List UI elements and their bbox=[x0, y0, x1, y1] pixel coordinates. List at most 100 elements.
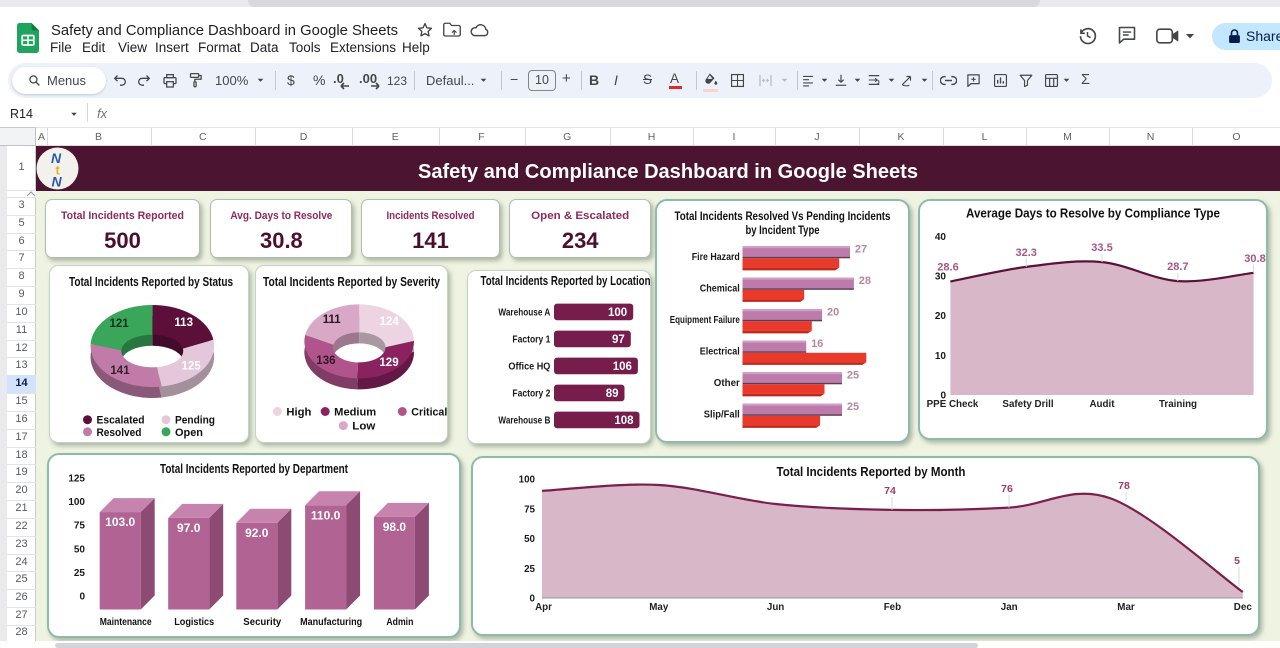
svg-text:High: High bbox=[286, 407, 311, 419]
svg-text:5: 5 bbox=[1234, 555, 1240, 567]
svg-text:Office HQ: Office HQ bbox=[508, 362, 550, 373]
svg-text:Low: Low bbox=[352, 421, 375, 433]
svg-text:Jan: Jan bbox=[1001, 602, 1018, 613]
svg-text:Incidents Resolved: Incidents Resolved bbox=[387, 210, 475, 222]
svg-text:Total Incidents Reported by St: Total Incidents Reported by Status bbox=[69, 275, 233, 289]
svg-text:89: 89 bbox=[605, 388, 618, 400]
svg-text:Total Incidents Reported by De: Total Incidents Reported by Department bbox=[160, 462, 349, 476]
svg-text:Total Incidents Reported: Total Incidents Reported bbox=[61, 210, 184, 222]
svg-text:500: 500 bbox=[104, 228, 141, 253]
svg-text:Manufacturing: Manufacturing bbox=[300, 617, 362, 628]
svg-text:Slip/Fall: Slip/Fall bbox=[704, 410, 740, 421]
svg-text:0: 0 bbox=[79, 592, 85, 603]
svg-text:100: 100 bbox=[608, 307, 627, 319]
svg-text:Security: Security bbox=[243, 617, 281, 628]
svg-text:106: 106 bbox=[612, 361, 631, 373]
svg-text:Average Days to Resolve by Com: Average Days to Resolve by Compliance Ty… bbox=[966, 207, 1220, 221]
svg-text:98.0: 98.0 bbox=[383, 520, 407, 534]
svg-text:Training: Training bbox=[1159, 399, 1197, 410]
svg-text:124: 124 bbox=[380, 316, 400, 328]
svg-text:Pending: Pending bbox=[175, 415, 215, 427]
svg-text:Fire Hazard: Fire Hazard bbox=[692, 252, 740, 263]
svg-text:100: 100 bbox=[68, 497, 85, 508]
svg-text:Feb: Feb bbox=[884, 602, 901, 613]
svg-text:30.8: 30.8 bbox=[260, 228, 303, 253]
svg-text:50: 50 bbox=[74, 544, 86, 555]
svg-text:Factory 1: Factory 1 bbox=[512, 335, 550, 346]
svg-text:33.5: 33.5 bbox=[1091, 242, 1112, 254]
svg-text:Dec: Dec bbox=[1234, 602, 1253, 613]
svg-text:25: 25 bbox=[847, 401, 859, 413]
svg-text:78: 78 bbox=[1118, 480, 1130, 492]
svg-text:125: 125 bbox=[182, 361, 202, 373]
svg-text:141: 141 bbox=[110, 365, 130, 377]
svg-text:129: 129 bbox=[379, 357, 398, 369]
svg-text:Safety and Compliance Dashboar: Safety and Compliance Dashboard in Googl… bbox=[51, 22, 398, 39]
svg-text:125: 125 bbox=[68, 474, 85, 485]
svg-text:Warehouse A: Warehouse A bbox=[498, 308, 550, 319]
svg-text:20: 20 bbox=[935, 311, 947, 322]
svg-text:10: 10 bbox=[935, 351, 947, 362]
svg-text:Total Incidents Reported by Mo: Total Incidents Reported by Month bbox=[777, 465, 966, 479]
svg-text:28: 28 bbox=[859, 275, 871, 287]
svg-text:May: May bbox=[649, 602, 669, 613]
svg-text:75: 75 bbox=[74, 521, 86, 532]
svg-text:Jun: Jun bbox=[767, 602, 784, 613]
svg-text:Critical: Critical bbox=[411, 407, 447, 419]
svg-text:Total Incidents Reported by Lo: Total Incidents Reported by Location bbox=[480, 274, 650, 288]
svg-text:by Incident Type: by Incident Type bbox=[746, 225, 820, 237]
svg-text:Other: Other bbox=[714, 378, 740, 389]
svg-text:Audit: Audit bbox=[1089, 399, 1115, 410]
svg-text:N: N bbox=[52, 174, 63, 190]
svg-text:50: 50 bbox=[524, 534, 535, 545]
svg-text:Avg. Days to Resolve: Avg. Days to Resolve bbox=[230, 210, 332, 222]
svg-text:234: 234 bbox=[562, 228, 599, 253]
svg-text:Maintenance: Maintenance bbox=[100, 617, 152, 628]
svg-text:Equipment Failure: Equipment Failure bbox=[670, 315, 740, 326]
svg-text:Safety Drill: Safety Drill bbox=[1002, 399, 1053, 410]
svg-text:Factory 2: Factory 2 bbox=[512, 389, 550, 400]
svg-text:103.0: 103.0 bbox=[105, 515, 135, 529]
svg-text:Open: Open bbox=[175, 427, 203, 439]
svg-text:97: 97 bbox=[612, 334, 625, 346]
svg-text:Medium: Medium bbox=[334, 407, 376, 419]
svg-text:Warehouse B: Warehouse B bbox=[498, 416, 550, 427]
svg-text:Open & Escalated: Open & Escalated bbox=[531, 210, 629, 222]
svg-text:Electrical: Electrical bbox=[700, 347, 740, 358]
svg-text:111: 111 bbox=[323, 314, 342, 326]
svg-text:136: 136 bbox=[316, 355, 335, 367]
svg-text:30.8: 30.8 bbox=[1244, 253, 1265, 265]
svg-text:74: 74 bbox=[884, 485, 896, 497]
svg-text:16: 16 bbox=[811, 338, 823, 350]
svg-text:27: 27 bbox=[855, 244, 867, 256]
svg-text:121: 121 bbox=[110, 318, 130, 330]
svg-text:92.0: 92.0 bbox=[245, 526, 269, 540]
svg-text:113: 113 bbox=[174, 317, 193, 329]
svg-text:Safety and Compliance Dashboar: Safety and Compliance Dashboard in Googl… bbox=[418, 161, 918, 183]
svg-text:108: 108 bbox=[614, 415, 634, 427]
svg-text:25: 25 bbox=[847, 370, 859, 382]
svg-text:75: 75 bbox=[524, 504, 535, 515]
svg-text:110.0: 110.0 bbox=[311, 508, 341, 522]
svg-text:76: 76 bbox=[1001, 483, 1013, 495]
svg-text:28.7: 28.7 bbox=[1167, 261, 1188, 273]
svg-text:Chemical: Chemical bbox=[700, 284, 740, 295]
svg-text:20: 20 bbox=[827, 307, 839, 319]
svg-text:Apr: Apr bbox=[535, 602, 552, 613]
svg-text:100: 100 bbox=[519, 475, 536, 486]
svg-text:25: 25 bbox=[74, 568, 86, 579]
svg-text:PPE Check: PPE Check bbox=[927, 399, 979, 410]
svg-text:28.6: 28.6 bbox=[937, 262, 958, 274]
svg-text:97.0: 97.0 bbox=[177, 521, 201, 535]
svg-text:Logistics: Logistics bbox=[174, 617, 214, 628]
svg-text:Total Incidents Resolved Vs Pe: Total Incidents Resolved Vs Pending Inci… bbox=[675, 211, 891, 223]
svg-text:Resolved: Resolved bbox=[97, 427, 142, 439]
svg-text:40: 40 bbox=[935, 232, 947, 243]
svg-text:Admin: Admin bbox=[386, 617, 413, 628]
svg-text:32.3: 32.3 bbox=[1015, 247, 1036, 259]
svg-text:Mar: Mar bbox=[1117, 602, 1135, 613]
svg-text:25: 25 bbox=[524, 564, 535, 575]
svg-text:Escalated: Escalated bbox=[97, 415, 145, 427]
svg-text:Total Incidents Reported by Se: Total Incidents Reported by Severity bbox=[263, 275, 440, 289]
svg-text:141: 141 bbox=[412, 228, 449, 253]
